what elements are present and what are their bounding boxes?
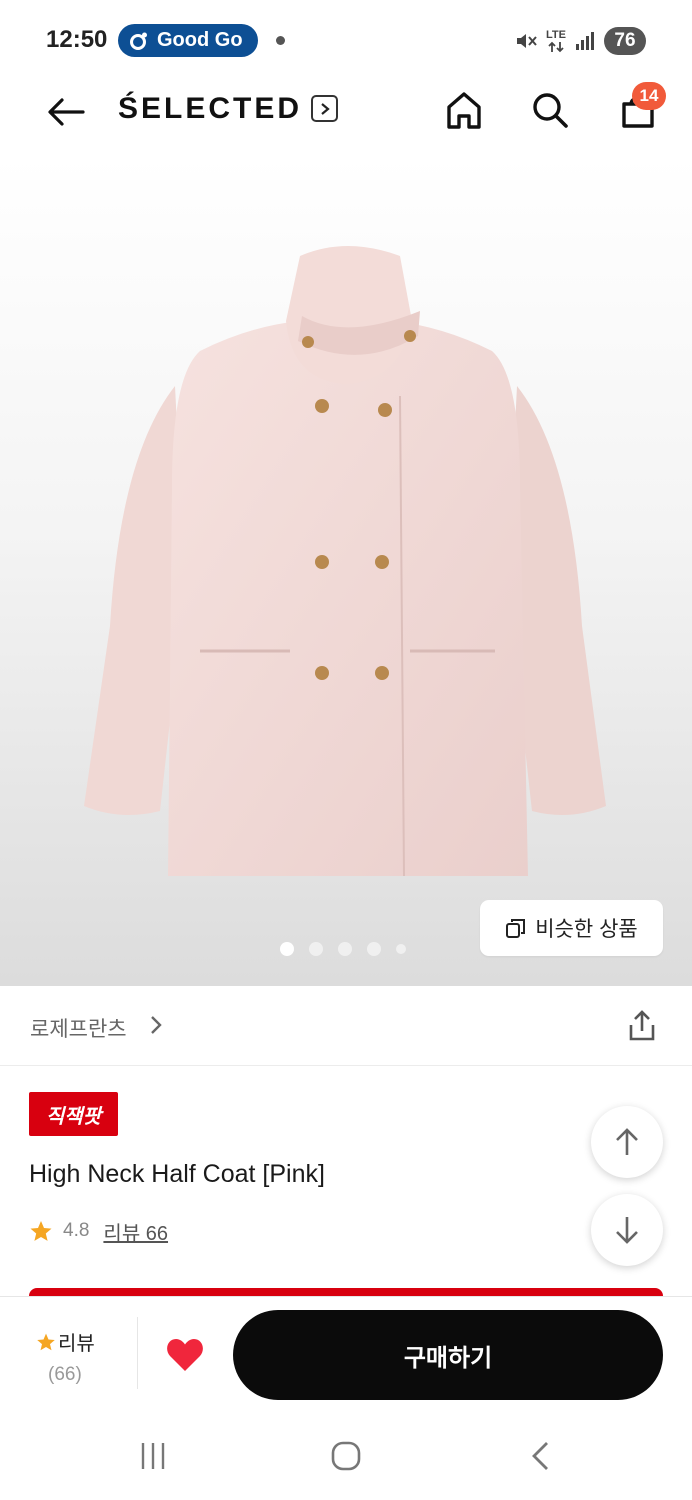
brand-logo[interactable]: ŚELECTED [118, 92, 302, 126]
buy-button[interactable]: 구매하기 [233, 1310, 663, 1400]
review-count: (66) [48, 1364, 82, 1385]
search-button[interactable] [528, 88, 572, 132]
back-button[interactable] [44, 90, 88, 134]
back-nav-button[interactable] [510, 1436, 570, 1476]
share-button[interactable] [622, 1006, 662, 1046]
review-label: 리뷰 [58, 1333, 95, 1355]
signal-icon [576, 32, 594, 50]
arrow-down-icon [616, 1217, 638, 1244]
status-time: 12:50 [46, 26, 108, 53]
carousel-dot [396, 944, 406, 954]
arrow-up-icon [616, 1128, 638, 1155]
home-nav-button[interactable] [316, 1436, 376, 1476]
brand-row[interactable]: 로제프란츠 [0, 986, 692, 1066]
rating-value: 4.8 [63, 1220, 90, 1241]
system-icons: LTE 76 [514, 25, 646, 57]
data-arrows-icon [548, 41, 564, 52]
status-bar: 12:50 Good Go LTE 76 [0, 0, 692, 80]
recent-apps-button[interactable] [123, 1436, 183, 1476]
cart-count-badge: 14 [632, 82, 666, 110]
app-logo-icon [130, 32, 147, 50]
product-title: High Neck Half Coat [Pink] [29, 1160, 325, 1188]
system-navigation-bar [0, 1408, 692, 1500]
star-icon [37, 1333, 55, 1350]
review-link[interactable]: 리뷰 66 [103, 1217, 168, 1246]
notification-dot [276, 36, 285, 45]
similar-products-button[interactable]: 비슷한 상품 [480, 900, 663, 956]
brand-name[interactable]: 로제프란츠 [30, 1013, 127, 1043]
review-summary-button[interactable]: 리뷰 (66) [30, 1327, 110, 1386]
search-icon [533, 93, 568, 128]
lte-icon: LTE [546, 28, 566, 53]
product-photo [84, 246, 606, 877]
back-arrow-icon [48, 98, 85, 126]
divider [137, 1317, 138, 1389]
chevron-right-icon [320, 102, 330, 115]
home-button[interactable] [442, 88, 486, 132]
carousel-dot [338, 942, 352, 956]
brand-link-button[interactable] [311, 95, 338, 122]
bottom-action-bar: 리뷰 (66) 구매하기 [0, 1296, 692, 1408]
carousel-dot-active [280, 942, 294, 956]
promo-badge: 직잭팟 [29, 1092, 118, 1136]
notification-pill-text: Good Go [157, 29, 243, 51]
rating-row: 4.8 리뷰 66 [29, 1217, 168, 1245]
wishlist-button[interactable] [163, 1333, 207, 1377]
scroll-up-button[interactable] [591, 1106, 663, 1178]
heart-icon [167, 1339, 203, 1371]
battery-badge: 76 [604, 27, 646, 55]
carousel-indicator [280, 942, 406, 956]
notification-pill[interactable]: Good Go [118, 24, 258, 57]
star-icon [30, 1221, 52, 1241]
recent-apps-icon [141, 1443, 165, 1469]
copy-icon [506, 919, 526, 938]
back-chevron-icon [532, 1442, 548, 1470]
home-icon [447, 92, 481, 129]
share-icon [629, 1010, 655, 1041]
network-label: LTE [546, 28, 566, 41]
carousel-dot [309, 942, 323, 956]
mute-icon [517, 34, 537, 48]
carousel-dot [367, 942, 381, 956]
scroll-down-button[interactable] [591, 1194, 663, 1266]
home-circle-icon [331, 1441, 361, 1471]
similar-products-label: 비슷한 상품 [535, 918, 638, 941]
product-image-carousel[interactable]: 비슷한 상품 [0, 156, 692, 986]
chevron-right-icon [151, 1016, 162, 1034]
app-header: ŚELECTED [0, 80, 692, 156]
